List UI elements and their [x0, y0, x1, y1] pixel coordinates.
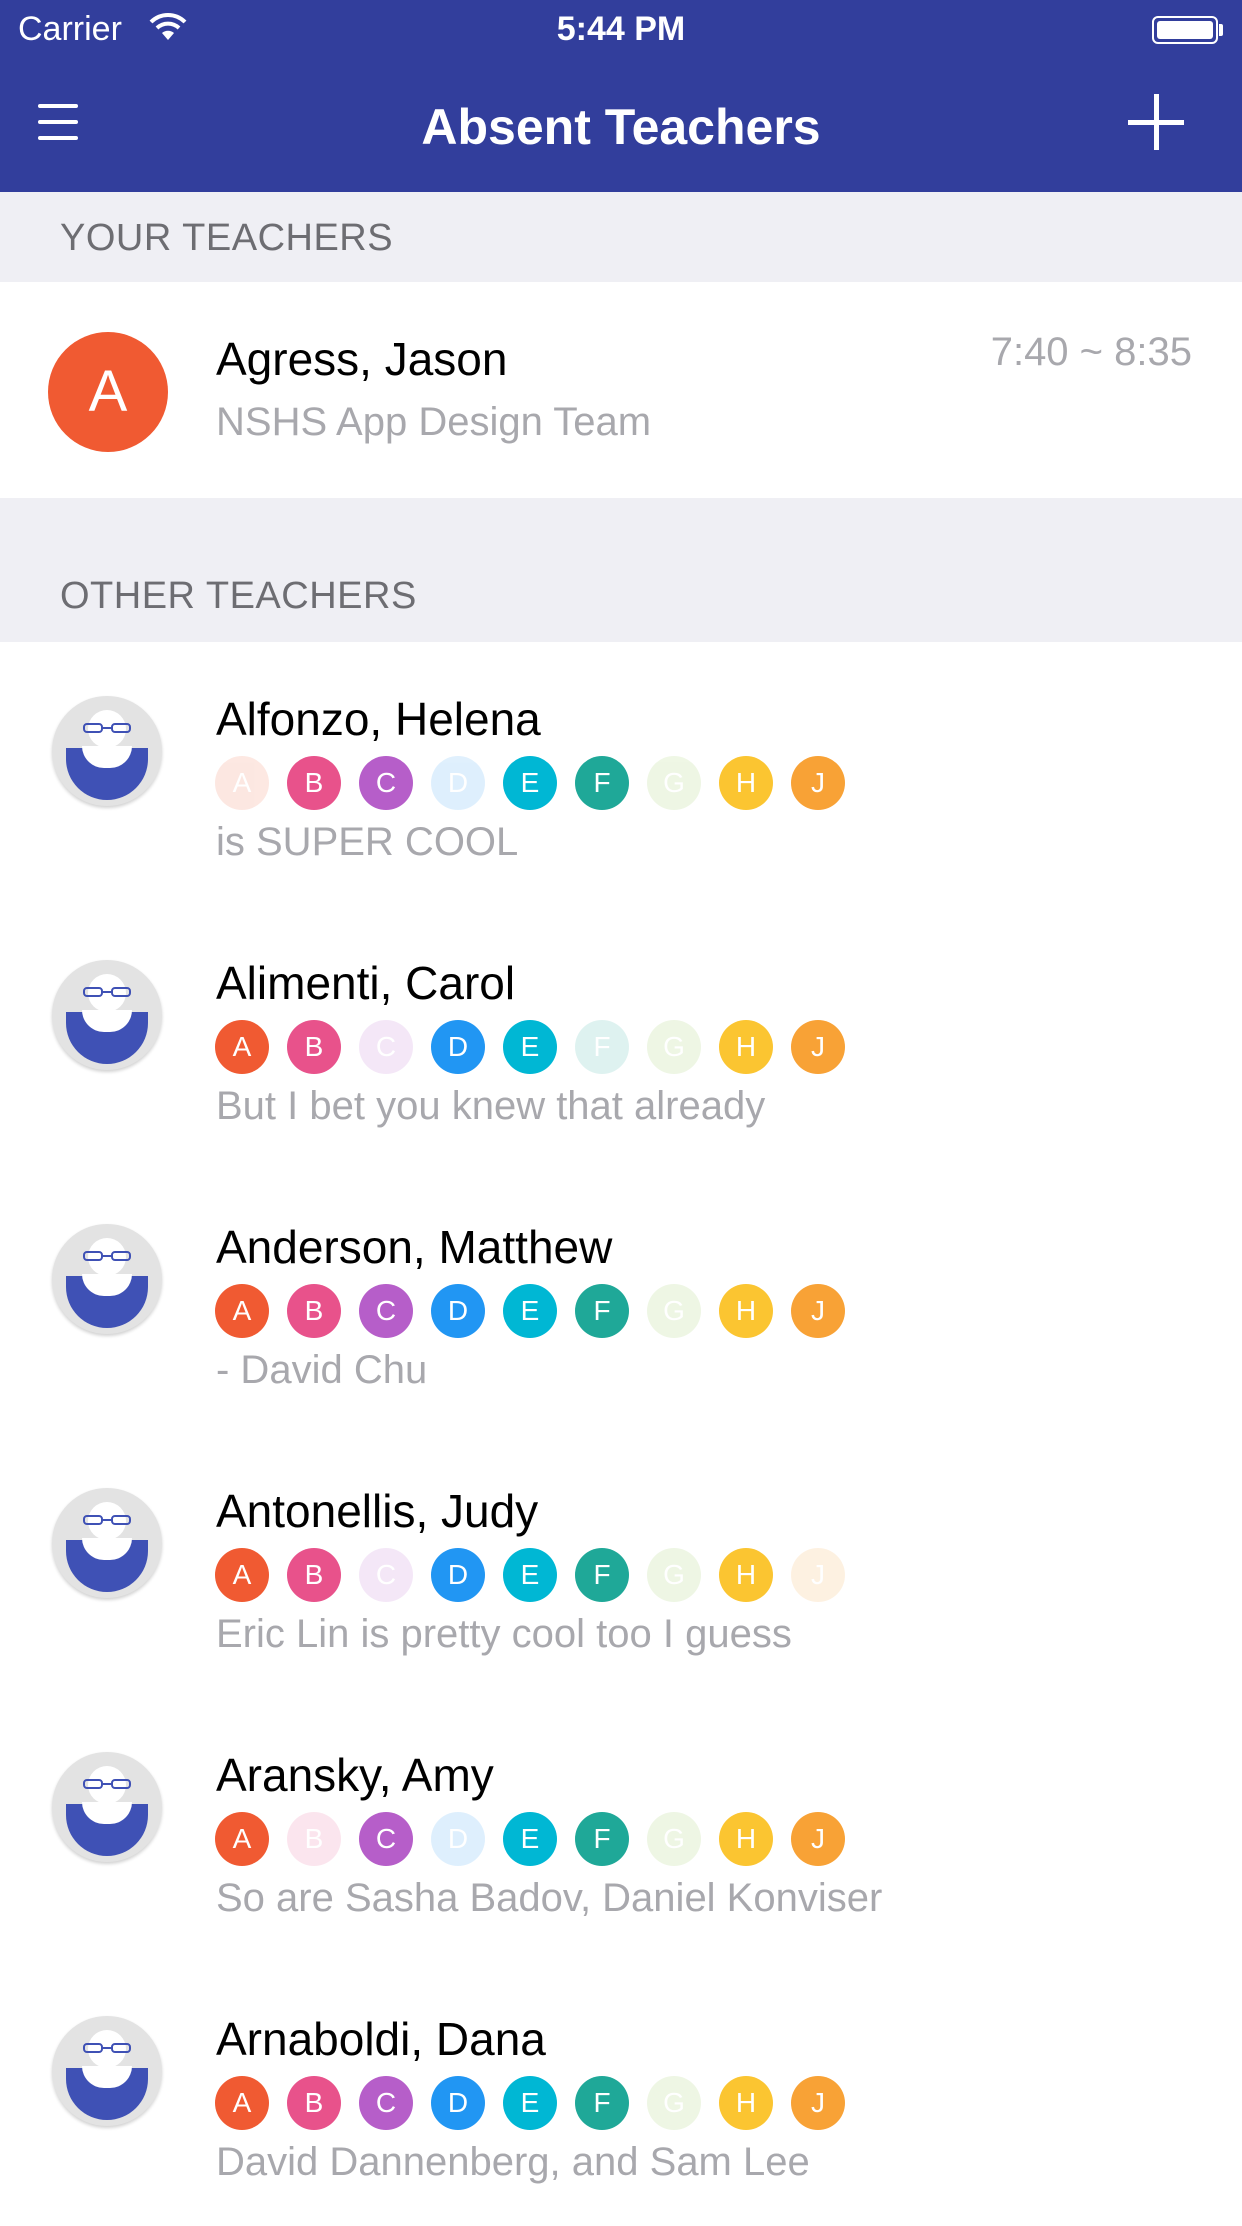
period-badge-c: C [359, 1020, 413, 1074]
section-title: YOUR TEACHERS [60, 217, 394, 259]
teacher-name: Arnaboldi, Dana [216, 2013, 546, 2065]
period-badge-a: A [215, 2076, 269, 2130]
period-badge-f: F [575, 756, 629, 810]
teacher-note: is SUPER COOL [216, 820, 519, 864]
period-badge-b: B [287, 2076, 341, 2130]
period-badge-f: F [575, 1020, 629, 1074]
period-badge-a: A [215, 1284, 269, 1338]
teacher-avatar-icon [52, 696, 162, 806]
period-badge-a: A [215, 756, 269, 810]
teacher-initial-avatar: A [48, 332, 168, 452]
add-icon[interactable] [1128, 94, 1184, 150]
period-badge-f: F [575, 2076, 629, 2130]
period-badge-e: E [503, 2076, 557, 2130]
battery-tip [1219, 24, 1223, 36]
teacher-row[interactable]: Aransky, Amy A B C D E F G H J So are Sasha Badov,… [0, 1698, 1242, 1962]
period-badge-g: G [647, 2076, 701, 2130]
period-badge-h: H [719, 1812, 773, 1866]
period-badge-g: G [647, 1020, 701, 1074]
teacher-name: Anderson, Matthew [216, 1221, 613, 1273]
teacher-row[interactable]: Alimenti, Carol A B C D E F G H J But I bet you kn… [0, 906, 1242, 1170]
teacher-row[interactable]: Alfonzo, Helena A B C D E F G H Jis SUPER COOL [0, 642, 1242, 906]
teacher-avatar-icon [52, 2016, 162, 2126]
period-badge-d: D [431, 2076, 485, 2130]
teacher-avatar-icon [52, 1488, 162, 1598]
period-badge-d: D [431, 1812, 485, 1866]
period-badge-c: C [359, 1284, 413, 1338]
teacher-name: Antonellis, Judy [216, 1485, 539, 1537]
period-badge-f: F [575, 1548, 629, 1602]
period-badge-e: E [503, 1284, 557, 1338]
period-badge-e: E [503, 1812, 557, 1866]
period-badge-h: H [719, 2076, 773, 2130]
period-badge-j: J [791, 1548, 845, 1602]
period-badge-f: F [575, 1812, 629, 1866]
period-badge-c: C [359, 756, 413, 810]
period-badge-j: J [791, 1020, 845, 1074]
period-badge-g: G [647, 1548, 701, 1602]
period-badge-b: B [287, 1548, 341, 1602]
page-title: Absent Teachers [421, 99, 821, 155]
teacher-name: Alimenti, Carol [216, 957, 516, 1009]
teacher-avatar-icon [52, 1752, 162, 1862]
teacher-note: David Dannenberg, and Sam Lee [216, 2140, 810, 2184]
period-badge-c: C [359, 1812, 413, 1866]
period-badge-g: G [647, 756, 701, 810]
teacher-note: But I bet you knew that already [216, 1084, 766, 1128]
absence-time: 7:40 ~ 8:35 [990, 330, 1192, 374]
period-badge-b: B [287, 1020, 341, 1074]
period-badge-a: A [215, 1812, 269, 1866]
period-badge-b: B [287, 756, 341, 810]
period-badge-f: F [575, 1284, 629, 1338]
teacher-subtitle: NSHS App Design Team [216, 400, 652, 444]
section-title: OTHER TEACHERS [60, 575, 417, 617]
period-badge-j: J [791, 1284, 845, 1338]
period-badge-d: D [431, 1548, 485, 1602]
period-badge-d: D [431, 1020, 485, 1074]
your-teacher-row[interactable]: A Agress, Jason NSHS App Design Team 7:4… [0, 282, 1242, 498]
teacher-note: Eric Lin is pretty cool too I guess [216, 1612, 792, 1656]
period-badge-e: E [503, 1548, 557, 1602]
teacher-name: Agress, Jason [216, 333, 508, 385]
period-badge-d: D [431, 1284, 485, 1338]
period-badge-b: B [287, 1812, 341, 1866]
navigation-bar: Absent Teachers [0, 62, 1242, 192]
period-badge-j: J [791, 1812, 845, 1866]
teacher-name: Aransky, Amy [216, 1749, 494, 1801]
section-header-your-teachers: YOUR TEACHERS [0, 192, 1242, 282]
period-badge-a: A [215, 1548, 269, 1602]
teacher-note: So are Sasha Badov, Daniel Konviser [216, 1876, 883, 1920]
period-badge-g: G [647, 1812, 701, 1866]
battery-icon [1152, 16, 1218, 44]
status-time: 5:44 PM [556, 10, 686, 48]
period-badge-a: A [215, 1020, 269, 1074]
teacher-row[interactable]: Antonellis, Judy A B C D E F G H J Eric Lin is pre… [0, 1434, 1242, 1698]
teacher-row[interactable]: Arnaboldi, Dana A B C D E F G H J David Dannenberg… [0, 1962, 1242, 2226]
period-badge-j: J [791, 756, 845, 810]
status-bar: Carrier 5:44 PM [0, 0, 1242, 62]
period-badge-g: G [647, 1284, 701, 1338]
teacher-name: Alfonzo, Helena [216, 693, 541, 745]
period-badge-h: H [719, 1284, 773, 1338]
period-badge-e: E [503, 756, 557, 810]
period-badge-c: C [359, 1548, 413, 1602]
teacher-avatar-icon [52, 960, 162, 1070]
period-badge-c: C [359, 2076, 413, 2130]
period-badge-d: D [431, 756, 485, 810]
period-badge-e: E [503, 1020, 557, 1074]
period-badge-b: B [287, 1284, 341, 1338]
period-badge-h: H [719, 756, 773, 810]
teacher-row[interactable]: Anderson, Matthew A B C D E F G H J - David Chu [0, 1170, 1242, 1434]
teacher-avatar-icon [52, 1224, 162, 1334]
period-badge-h: H [719, 1548, 773, 1602]
period-badge-h: H [719, 1020, 773, 1074]
section-header-other-teachers: OTHER TEACHERS [0, 498, 1242, 642]
teacher-note: - David Chu [216, 1348, 428, 1392]
period-badge-j: J [791, 2076, 845, 2130]
